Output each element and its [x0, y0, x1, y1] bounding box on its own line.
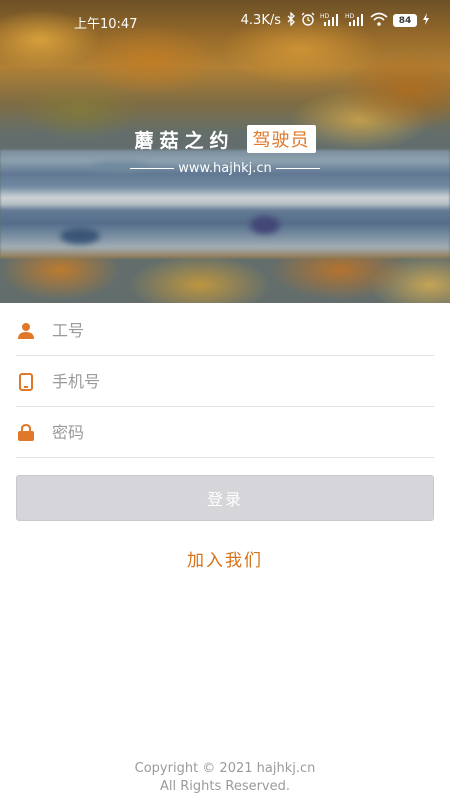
- brand-title: 蘑菇之约 驾驶员: [0, 124, 450, 154]
- battery-icon: 84: [393, 14, 417, 27]
- join-us-link[interactable]: 加入我们: [0, 546, 450, 571]
- employee-id-field[interactable]: [16, 306, 434, 356]
- person-icon: [16, 321, 36, 341]
- phone-field[interactable]: [16, 357, 434, 407]
- bluetooth-icon: [286, 11, 296, 29]
- lock-icon: [16, 423, 36, 443]
- wifi-icon: [370, 12, 388, 29]
- charging-icon: [422, 12, 430, 29]
- phone-input[interactable]: [52, 372, 434, 391]
- status-right-group: 4.3K/s HD HD 84: [240, 11, 430, 29]
- alarm-icon: [301, 12, 315, 29]
- svg-text:HD: HD: [320, 13, 330, 20]
- phone-icon: [16, 372, 36, 392]
- login-screen: 上午10:47 4.3K/s HD HD 84 蘑菇之约 驾驶员 www.haj…: [0, 0, 450, 800]
- login-button[interactable]: 登录: [16, 475, 434, 521]
- divider-right: [275, 168, 320, 169]
- svg-text:HD: HD: [345, 13, 355, 20]
- rights-text: All Rights Reserved.: [159, 779, 291, 794]
- footer: Copyright © 2021 hajhkj.cn All Rights Re…: [0, 760, 450, 796]
- role-badge: 驾驶员: [246, 125, 316, 153]
- divider-left: [130, 168, 175, 169]
- network-speed: 4.3K/s: [240, 13, 281, 28]
- status-bar: 上午10:47 4.3K/s HD HD 84: [0, 0, 450, 40]
- password-field[interactable]: [16, 408, 434, 458]
- website-url: www.hajhkj.cn: [178, 161, 272, 176]
- employee-id-input[interactable]: [52, 321, 434, 340]
- password-input[interactable]: [52, 423, 434, 442]
- signal-hd-icon: HD: [345, 12, 365, 29]
- signal-hd-icon: HD: [320, 12, 340, 29]
- website-line: www.hajhkj.cn: [0, 161, 450, 176]
- brand-name: 蘑菇之约: [134, 129, 235, 152]
- status-time: 上午10:47: [74, 17, 138, 32]
- hero-banner: 上午10:47 4.3K/s HD HD 84 蘑菇之约 驾驶员 www.haj…: [0, 0, 450, 303]
- copyright-text: Copyright © 2021 hajhkj.cn: [134, 761, 316, 776]
